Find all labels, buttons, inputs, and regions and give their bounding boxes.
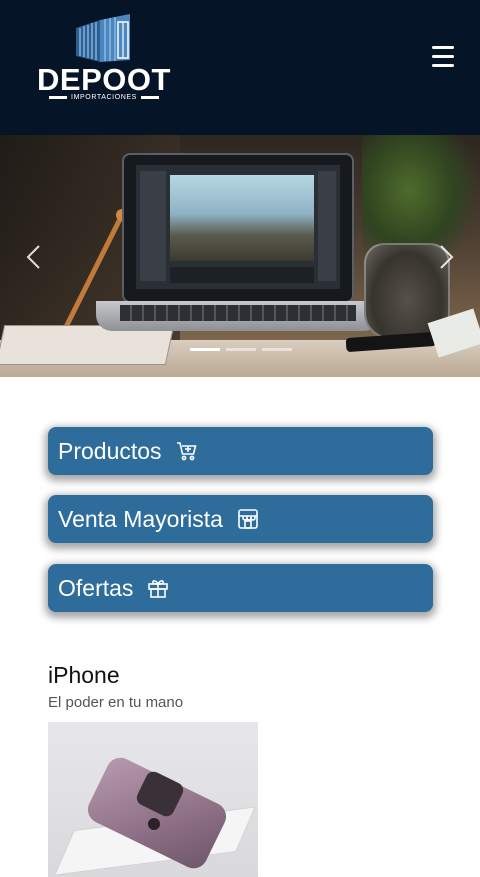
site-header: DEPOOT IMPORTACIONES	[0, 0, 480, 135]
depoot-logo[interactable]: DEPOOT IMPORTACIONES	[28, 12, 180, 104]
chevron-left-icon	[26, 245, 40, 269]
laptop-screen-image	[122, 153, 354, 303]
cart-plus-icon	[176, 442, 197, 461]
venta-mayorista-label: Venta Mayorista	[58, 505, 223, 532]
carousel-next-button[interactable]	[436, 244, 456, 270]
carousel-indicator-2[interactable]	[226, 348, 256, 351]
productos-label: Productos	[58, 437, 162, 464]
featured-product-title: iPhone	[48, 662, 120, 688]
apple-logo-icon	[148, 818, 160, 830]
carousel-indicator-3[interactable]	[262, 348, 292, 351]
carousel-prev-button[interactable]	[24, 244, 44, 270]
photo-editor-ui	[136, 165, 340, 289]
hamburger-menu-icon[interactable]	[428, 44, 458, 70]
chevron-right-icon	[440, 245, 454, 269]
logo-wordmark: DEPOOT	[37, 62, 171, 97]
laptop-keyboard-image	[96, 301, 380, 331]
logo-tagline: IMPORTACIONES	[28, 94, 180, 101]
ofertas-button[interactable]: Ofertas	[48, 564, 433, 612]
hero-carousel[interactable]	[0, 135, 480, 377]
carousel-indicators	[190, 348, 294, 352]
notebook-image	[0, 325, 175, 365]
gift-icon	[148, 580, 169, 598]
venta-mayorista-button[interactable]: Venta Mayorista	[48, 495, 433, 543]
featured-product-subtitle: El poder en tu mano	[48, 694, 184, 711]
productos-button[interactable]: Productos	[48, 427, 433, 475]
carousel-indicator-1[interactable]	[190, 348, 220, 351]
logo-bar-right	[140, 96, 159, 99]
logo-bar-left	[49, 96, 68, 99]
logo-tagline-text: IMPORTACIONES	[71, 94, 137, 101]
container-logo-icon	[76, 14, 130, 62]
ofertas-label: Ofertas	[58, 574, 134, 601]
store-icon	[238, 509, 258, 529]
iphone-product-image[interactable]	[48, 722, 258, 877]
